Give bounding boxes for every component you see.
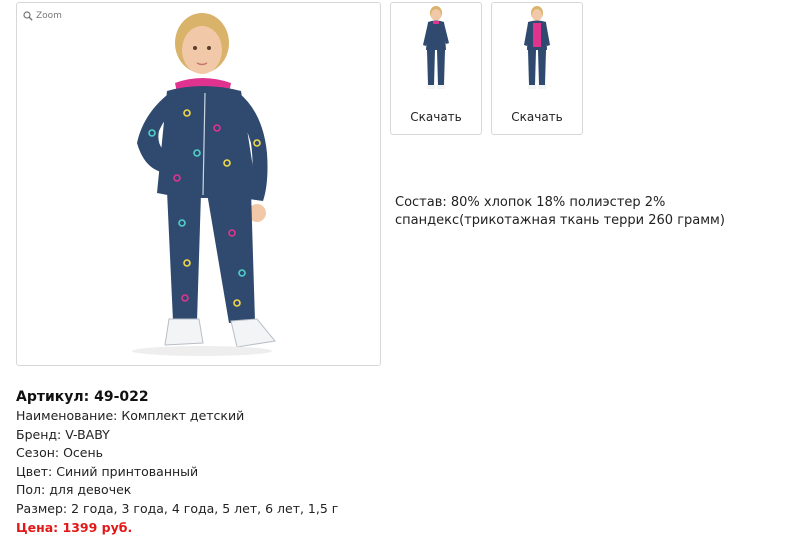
product-price: Цена: 1399 руб.: [16, 519, 133, 535]
article-number: Артикул: 49-022: [16, 389, 149, 405]
zoom-label: Zoom: [36, 11, 62, 21]
product-info: Артикул: 49-022 Наименование: Комплект д…: [16, 387, 616, 537]
product-color: Цвет: Синий принтованный: [16, 463, 199, 479]
zoom-hint[interactable]: Zoom: [23, 11, 62, 21]
product-sizes: Размер: 2 года, 3 года, 4 года, 5 лет, 6…: [16, 500, 339, 516]
main-product-image[interactable]: Zoom: [16, 2, 381, 366]
product-page: Zoom Скачать Скачать Состав: 80% хлопок …: [0, 0, 812, 558]
product-gender: Пол: для девочек: [16, 482, 132, 498]
product-name: Наименование: Комплект детский: [16, 408, 245, 423]
thumbnail-1-image: [423, 6, 449, 89]
thumbnail-2[interactable]: Скачать: [491, 2, 583, 135]
child-photo: [132, 13, 276, 356]
composition-text: Состав: 80% хлопок 18% полиэстер 2% спан…: [395, 195, 725, 228]
product-season: Сезон: Осень: [16, 445, 104, 461]
thumbnail-2-image: [524, 6, 550, 89]
download-label[interactable]: Скачать: [492, 110, 582, 124]
product-brand: Бренд: V-BABY: [16, 426, 110, 442]
thumbnail-1[interactable]: Скачать: [390, 2, 482, 135]
magnifier-icon: [23, 11, 33, 21]
download-label[interactable]: Скачать: [391, 110, 481, 124]
